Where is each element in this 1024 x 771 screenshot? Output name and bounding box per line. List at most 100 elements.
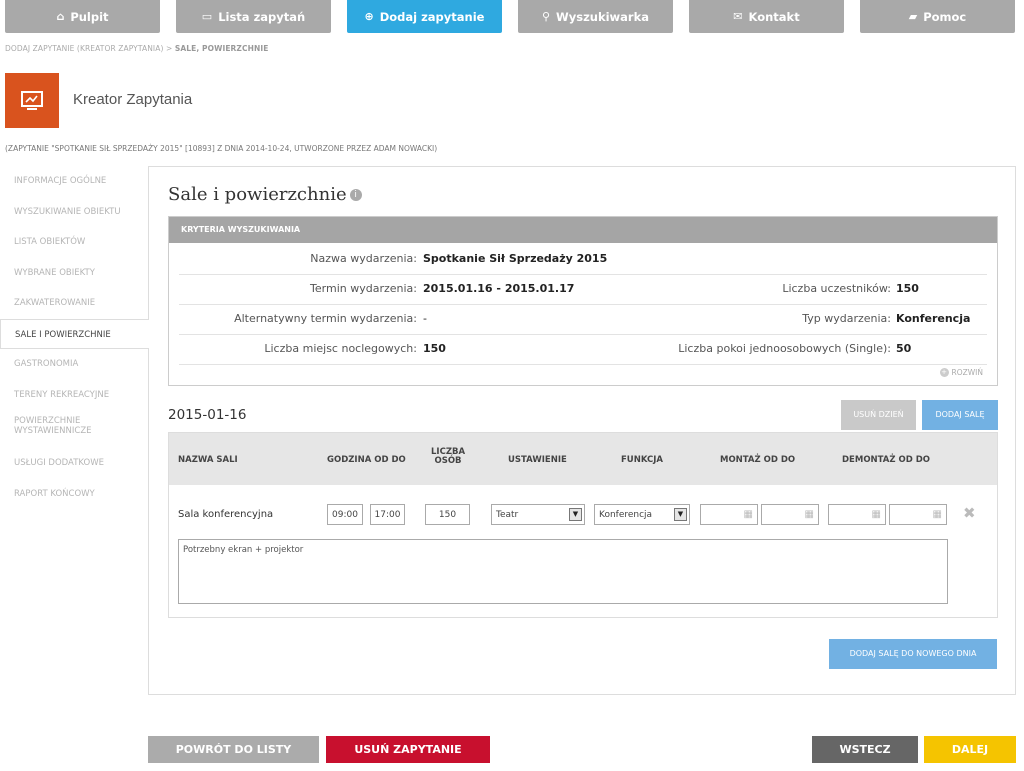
day-date: 2015-01-16 (168, 407, 247, 423)
teardown-to-date[interactable]: ▦ (889, 504, 947, 525)
setup-to-date[interactable]: ▦ (761, 504, 819, 525)
main-panel: Sale i powierzchnie i KRYTERIA WYSZUKIWAN… (148, 166, 1016, 695)
chevron-down-icon: ▼ (674, 508, 687, 521)
breadcrumb-parent[interactable]: DODAJ ZAPYTANIE (KREATOR ZAPYTANIA) > (5, 44, 175, 53)
calendar-icon: ▦ (871, 509, 881, 520)
single-rooms-value: 50 (896, 342, 912, 355)
calendar-icon: ▦ (804, 509, 814, 520)
inbox-icon: ▭ (201, 10, 213, 23)
criteria-row: Termin wydarzenia: 2015.01.16 - 2015.01.… (179, 275, 987, 305)
nav-label: Pulpit (70, 9, 109, 24)
criteria-row: Nazwa wydarzenia: Spotkanie Sił Sprzedaż… (179, 245, 987, 275)
setup-from-date[interactable]: ▦ (700, 504, 758, 525)
table-row: Sala konferencyjna 09:00 17:00 150 Teatr… (169, 485, 997, 527)
sidebar-item-tereny-rekreacyjne[interactable]: TERENY REKREACYJNE (0, 380, 148, 411)
col-setup: USTAWIENIE (508, 455, 567, 465)
nav-wyszukiwarka[interactable]: ⚲ Wyszukiwarka (518, 0, 673, 33)
info-icon[interactable]: i (349, 189, 362, 201)
nav-label: Dodaj zapytanie (379, 9, 485, 24)
nav-label: Kontakt (748, 9, 800, 24)
single-rooms-label: Liczba pokoi jednoosobowych (Single): (678, 342, 891, 355)
expand-link[interactable]: + ROZWIŃ (939, 367, 984, 377)
sidebar-item-uslugi-dodatkowe[interactable]: USŁUGI DODATKOWE (0, 448, 148, 479)
page-title: Kreator Zapytania (73, 91, 193, 108)
sidebar-item-zakwaterowanie[interactable]: ZAKWATEROWANIE (0, 288, 148, 319)
close-icon[interactable]: ✖ (963, 504, 976, 522)
col-time: GODZINA OD DO (327, 455, 406, 465)
event-type-label: Typ wydarzenia: (802, 312, 891, 325)
section-title: Sale i powierzchnie i (168, 184, 362, 205)
col-setup-time: MONTAŻ OD DO (720, 455, 796, 465)
envelope-icon: ✉ (733, 10, 743, 23)
teardown-from-date[interactable]: ▦ (828, 504, 886, 525)
criteria-header: KRYTERIA WYSZUKIWANIA (169, 217, 997, 243)
event-type-value: Konferencja (896, 312, 971, 325)
presentation-icon (21, 90, 43, 110)
nav-label: Pomoc (923, 9, 967, 24)
participants-value: 150 (896, 282, 919, 295)
rooms-table: NAZWA SALI GODZINA OD DO LICZBA OSÓB UST… (168, 432, 998, 618)
remove-day-button[interactable]: USUŃ DZIEŃ (841, 400, 916, 430)
alt-date-label: Alternatywny termin wydarzenia: (234, 312, 417, 325)
search-icon: ⚲ (541, 10, 551, 23)
expand-label: ROZWIŃ (951, 367, 984, 377)
nav-kontakt[interactable]: ✉ Kontakt (689, 0, 844, 33)
breadcrumb-current: SALE, POWIERZCHNIE (174, 44, 269, 53)
search-criteria-box: KRYTERIA WYSZUKIWANIA Nazwa wydarzenia: … (168, 216, 998, 386)
add-room-button[interactable]: DODAJ SALĘ (922, 400, 998, 430)
criteria-row: Liczba miejsc noclegowych: 150 Liczba po… (179, 335, 987, 365)
nav-lista-zapytan[interactable]: ▭ Lista zapytań (176, 0, 331, 33)
nav-pomoc[interactable]: ▰ Pomoc (860, 0, 1015, 33)
room-note-textarea[interactable]: Potrzebny ekran + projektor (178, 539, 948, 604)
col-room-name: NAZWA SALI (178, 455, 238, 465)
delete-request-button[interactable]: USUŃ ZAPYTANIE (326, 736, 490, 763)
col-people: LICZBA OSÓB (431, 447, 466, 466)
participants-label: Liczba uczestników: (782, 282, 891, 295)
top-navigation: ⌂ Pulpit ▭ Lista zapytań ⊕ Dodaj zapytan… (0, 0, 1024, 33)
time-from-input[interactable]: 09:00 (327, 504, 363, 525)
room-name: Sala konferencyjna (178, 509, 274, 520)
event-name-value: Spotkanie Sił Sprzedaży 2015 (423, 252, 608, 265)
beds-value: 150 (423, 342, 446, 355)
nav-dodaj-zapytanie[interactable]: ⊕ Dodaj zapytanie (347, 0, 502, 33)
sidebar-item-informacje-ogolne[interactable]: INFORMACJE OGÓLNE (0, 166, 148, 197)
sidebar-item-gastronomia[interactable]: GASTRONOMIA (0, 349, 148, 380)
time-to-input[interactable]: 17:00 (370, 504, 405, 525)
function-select[interactable]: Konferencja ▼ (594, 504, 690, 525)
home-icon: ⌂ (56, 10, 65, 23)
sidebar-item-powierzchnie-wystawiennicze[interactable]: POWIERZCHNIE WYSTAWIENNICZE (0, 410, 148, 448)
sidebar-item-wybrane-obiekty[interactable]: WYBRANE OBIEKTY (0, 258, 148, 289)
calendar-icon: ▦ (932, 509, 942, 520)
add-room-new-day-button[interactable]: DODAJ SALĘ DO NOWEGO DNIA (829, 639, 997, 669)
event-date-value: 2015.01.16 - 2015.01.17 (423, 282, 575, 295)
prev-button[interactable]: WSTECZ (812, 736, 918, 763)
breadcrumb: DODAJ ZAPYTANIE (KREATOR ZAPYTANIA) > SA… (5, 44, 268, 53)
wizard-logo (5, 73, 59, 128)
nav-pulpit[interactable]: ⌂ Pulpit (5, 0, 160, 33)
people-input[interactable]: 150 (425, 504, 470, 525)
alt-date-value: - (423, 312, 427, 325)
wizard-steps-sidebar: INFORMACJE OGÓLNE WYSZUKIWANIE OBIEKTU L… (0, 166, 149, 510)
criteria-row: Alternatywny termin wydarzenia: - Typ wy… (179, 305, 987, 335)
plus-circle-icon: + (939, 368, 949, 377)
chevron-down-icon: ▼ (569, 508, 582, 521)
function-value: Konferencja (599, 509, 653, 520)
col-teardown-time: DEMONTAŻ OD DO (842, 455, 931, 465)
section-title-text: Sale i powierzchnie (168, 184, 347, 205)
back-to-list-button[interactable]: POWRÓT DO LISTY (148, 736, 319, 763)
next-button[interactable]: DALEJ (924, 736, 1016, 763)
sidebar-item-raport-koncowy[interactable]: RAPORT KOŃCOWY (0, 479, 148, 510)
event-date-label: Termin wydarzenia: (310, 282, 417, 295)
beds-label: Liczba miejsc noclegowych: (264, 342, 417, 355)
event-name-label: Nazwa wydarzenia: (310, 252, 417, 265)
sidebar-item-sale-i-powierzchnie[interactable]: SALE I POWIERZCHNIE (0, 318, 149, 349)
table-header: NAZWA SALI GODZINA OD DO LICZBA OSÓB UST… (169, 433, 997, 485)
sidebar-item-wyszukiwanie-obiektu[interactable]: WYSZUKIWANIE OBIEKTU (0, 197, 148, 228)
calendar-icon: ▦ (743, 509, 753, 520)
nav-label: Wyszukiwarka (556, 9, 650, 24)
sidebar-item-lista-obiektow[interactable]: LISTA OBIEKTÓW (0, 227, 148, 258)
col-function: FUNKCJA (621, 455, 664, 465)
nav-label: Lista zapytań (218, 9, 306, 24)
setup-value: Teatr (496, 509, 519, 520)
setup-select[interactable]: Teatr ▼ (491, 504, 585, 525)
